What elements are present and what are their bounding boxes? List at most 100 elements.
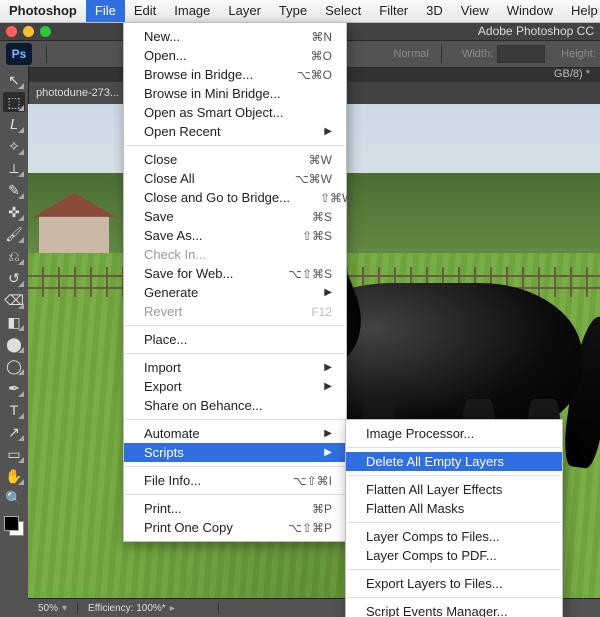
file-menu-separator bbox=[125, 494, 345, 495]
file-menu-scripts[interactable]: Scripts ▶ bbox=[124, 443, 346, 462]
file-menu-close[interactable]: Close⌘W bbox=[124, 150, 346, 169]
file-menu-export[interactable]: Export▶ bbox=[124, 377, 346, 396]
menu-photoshop[interactable]: Photoshop bbox=[0, 0, 86, 22]
file-menu-dropdown: New...⌘NOpen...⌘OBrowse in Bridge...⌥⌘OB… bbox=[123, 22, 347, 542]
width-field[interactable] bbox=[497, 45, 545, 63]
menu-item-label: File Info... bbox=[144, 473, 263, 488]
file-menu-print-one-copy[interactable]: Print One Copy⌥⇧⌘P bbox=[124, 518, 346, 537]
file-menu-save[interactable]: Save ⌘S bbox=[124, 207, 346, 226]
menu-file[interactable]: File bbox=[86, 0, 125, 22]
scripts-menu-separator bbox=[347, 569, 561, 570]
window-close-icon[interactable] bbox=[6, 26, 17, 37]
file-menu-save-for-web[interactable]: Save for Web... ⌥⇧⌘S bbox=[124, 264, 346, 283]
brush-tool[interactable]: 🖌 bbox=[3, 224, 25, 244]
blur-tool[interactable]: ⬤ bbox=[3, 334, 25, 354]
gradient-tool[interactable]: ◧ bbox=[3, 312, 25, 332]
menu-item-label: Layer Comps to PDF... bbox=[366, 548, 548, 563]
file-menu-print[interactable]: Print...⌘P bbox=[124, 499, 346, 518]
file-menu-share-on-behance[interactable]: Share on Behance... bbox=[124, 396, 346, 415]
color-swatches[interactable] bbox=[4, 516, 24, 536]
window-minimize-icon[interactable] bbox=[23, 26, 34, 37]
width-label: Width: bbox=[462, 48, 493, 60]
eyedropper-tool[interactable]: ✎ bbox=[3, 180, 25, 200]
file-menu-browse-in-mini-bridge[interactable]: Browse in Mini Bridge... bbox=[124, 84, 346, 103]
file-menu-file-info[interactable]: File Info...⌥⇧⌘I bbox=[124, 471, 346, 490]
shape-tool[interactable]: ▭ bbox=[3, 444, 25, 464]
menu-layer[interactable]: Layer bbox=[219, 0, 270, 22]
menu-item-shortcut: ⌥⌘W bbox=[295, 172, 332, 186]
menu-window[interactable]: Window bbox=[498, 0, 562, 22]
path-select-tool[interactable]: ↗ bbox=[3, 422, 25, 442]
menu-item-label: Generate bbox=[144, 285, 300, 300]
scripts-menu-layer-comps-to-files[interactable]: Layer Comps to Files... bbox=[346, 527, 562, 546]
clone-stamp-tool[interactable]: ⎌ bbox=[3, 246, 25, 266]
file-menu-import[interactable]: Import▶ bbox=[124, 358, 346, 377]
file-menu-close-all[interactable]: Close All ⌥⌘W bbox=[124, 169, 346, 188]
document-tab-label: photodune-273... bbox=[36, 87, 119, 99]
scripts-menu-separator bbox=[347, 475, 561, 476]
crop-tool[interactable]: ⟂ bbox=[3, 158, 25, 178]
zoom-tool[interactable]: 🔍 bbox=[3, 488, 25, 508]
file-menu-separator bbox=[125, 353, 345, 354]
scripts-menu-delete-all-empty-layers[interactable]: Delete All Empty Layers bbox=[346, 452, 562, 471]
file-menu-new[interactable]: New...⌘N bbox=[124, 27, 346, 46]
status-info[interactable]: Efficiency: 100%*▸ bbox=[78, 603, 219, 614]
submenu-arrow-icon: ▶ bbox=[324, 447, 332, 458]
file-menu-open-recent[interactable]: Open Recent ▶ bbox=[124, 122, 346, 141]
file-menu-automate[interactable]: Automate▶ bbox=[124, 424, 346, 443]
file-menu-place[interactable]: Place... bbox=[124, 330, 346, 349]
menu-filter[interactable]: Filter bbox=[370, 0, 417, 22]
scripts-menu-layer-comps-to-pdf[interactable]: Layer Comps to PDF... bbox=[346, 546, 562, 565]
ps-home-icon[interactable]: Ps bbox=[6, 43, 32, 65]
menu-item-label: Close and Go to Bridge... bbox=[144, 190, 290, 205]
healing-brush-tool[interactable]: ✜ bbox=[3, 202, 25, 222]
zoom-level[interactable]: 50%▾ bbox=[28, 603, 78, 614]
scripts-menu-flatten-all-layer-effects[interactable]: Flatten All Layer Effects bbox=[346, 480, 562, 499]
height-label: Height: bbox=[561, 48, 596, 60]
pen-tool[interactable]: ✒ bbox=[3, 378, 25, 398]
menu-item-label: Save bbox=[144, 209, 282, 224]
menu-item-label: Print... bbox=[144, 501, 282, 516]
menu-item-shortcut: ⌥⇧⌘S bbox=[288, 267, 332, 281]
menu-edit[interactable]: Edit bbox=[125, 0, 165, 22]
menu-image[interactable]: Image bbox=[165, 0, 219, 22]
submenu-arrow-icon: ▶ bbox=[324, 126, 332, 137]
type-tool[interactable]: T bbox=[3, 400, 25, 420]
file-menu-generate[interactable]: Generate▶ bbox=[124, 283, 346, 302]
menu-help[interactable]: Help bbox=[562, 0, 600, 22]
menu-3d[interactable]: 3D bbox=[417, 0, 452, 22]
history-brush-tool[interactable]: ↺ bbox=[3, 268, 25, 288]
file-menu-open-as-smart-object[interactable]: Open as Smart Object... bbox=[124, 103, 346, 122]
scripts-menu-export-layers-to-files[interactable]: Export Layers to Files... bbox=[346, 574, 562, 593]
scripts-menu-image-processor[interactable]: Image Processor... bbox=[346, 424, 562, 443]
menu-item-label: Check In... bbox=[144, 247, 332, 262]
menu-item-label: Open Recent bbox=[144, 124, 300, 139]
menu-select[interactable]: Select bbox=[316, 0, 370, 22]
file-menu-save-as[interactable]: Save As...⇧⌘S bbox=[124, 226, 346, 245]
menu-item-label: Scripts bbox=[144, 445, 300, 460]
menu-item-shortcut: ⌥⌘O bbox=[297, 68, 332, 82]
scripts-menu-separator bbox=[347, 597, 561, 598]
lasso-tool[interactable]: 𝘓 bbox=[3, 114, 25, 134]
dodge-tool[interactable]: ◯ bbox=[3, 356, 25, 376]
menu-item-label: Close All bbox=[144, 171, 265, 186]
menu-type[interactable]: Type bbox=[270, 0, 316, 22]
scripts-menu-flatten-all-masks[interactable]: Flatten All Masks bbox=[346, 499, 562, 518]
menu-item-shortcut: ⇧⌘W bbox=[320, 191, 353, 205]
menu-item-label: Save for Web... bbox=[144, 266, 258, 281]
scripts-menu-script-events-manager[interactable]: Script Events Manager... bbox=[346, 602, 562, 617]
menu-view[interactable]: View bbox=[452, 0, 498, 22]
move-tool[interactable]: ↖ bbox=[3, 70, 25, 90]
marquee-tool[interactable]: ⬚ bbox=[3, 92, 25, 112]
eraser-tool[interactable]: ⌫ bbox=[3, 290, 25, 310]
file-menu-open[interactable]: Open...⌘O bbox=[124, 46, 346, 65]
file-menu-close-and-go-to-bridge[interactable]: Close and Go to Bridge...⇧⌘W bbox=[124, 188, 346, 207]
submenu-arrow-icon: ▶ bbox=[324, 362, 332, 373]
hand-tool[interactable]: ✋ bbox=[3, 466, 25, 486]
file-menu-browse-in-bridge[interactable]: Browse in Bridge...⌥⌘O bbox=[124, 65, 346, 84]
window-zoom-icon[interactable] bbox=[40, 26, 51, 37]
menu-item-label: Save As... bbox=[144, 228, 272, 243]
magic-wand-tool[interactable]: ✧ bbox=[3, 136, 25, 156]
file-menu-separator bbox=[125, 325, 345, 326]
menu-item-shortcut: ⌘S bbox=[312, 210, 332, 224]
